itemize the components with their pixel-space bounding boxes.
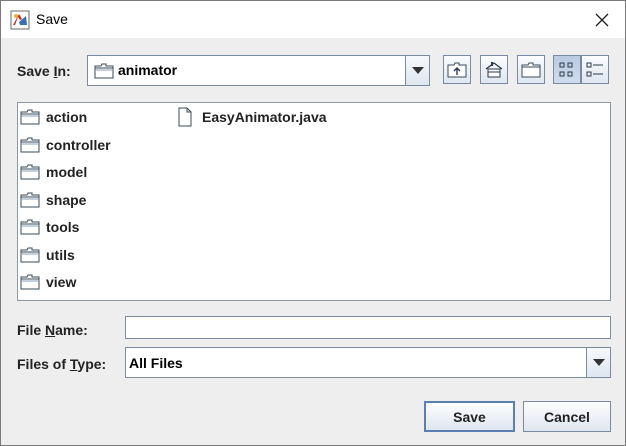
list-item[interactable]: EasyAnimator.java bbox=[176, 107, 327, 127]
file-type-dropdown-button[interactable] bbox=[586, 348, 610, 377]
folder-icon bbox=[20, 164, 40, 180]
cancel-button[interactable]: Cancel bbox=[523, 401, 611, 432]
save-in-combo[interactable]: animator bbox=[87, 55, 430, 86]
save-in-dropdown-button[interactable] bbox=[405, 56, 429, 85]
save-in-value: animator bbox=[118, 62, 178, 78]
list-item[interactable]: utils bbox=[20, 245, 75, 265]
folder-name: controller bbox=[46, 137, 111, 153]
folder-icon bbox=[20, 192, 40, 208]
folder-icon bbox=[20, 274, 40, 290]
list-view-icon bbox=[559, 62, 573, 76]
file-list[interactable]: action controller model shape tools util… bbox=[17, 102, 611, 301]
folder-name: action bbox=[46, 109, 88, 125]
save-button[interactable]: Save bbox=[424, 401, 515, 432]
folder-icon bbox=[20, 137, 40, 153]
close-button[interactable] bbox=[579, 1, 625, 38]
details-view-button[interactable] bbox=[581, 55, 609, 84]
file-name-label: File Name: bbox=[17, 322, 88, 338]
java-app-icon bbox=[10, 10, 30, 30]
list-item[interactable]: controller bbox=[20, 135, 111, 155]
home-icon bbox=[485, 61, 503, 77]
folder-icon bbox=[20, 109, 40, 125]
new-folder-button[interactable] bbox=[517, 55, 545, 84]
window-title: Save bbox=[36, 11, 68, 27]
list-view-button[interactable] bbox=[553, 55, 581, 84]
chevron-down-icon bbox=[592, 359, 605, 366]
folder-name: shape bbox=[46, 192, 87, 208]
details-view-icon bbox=[586, 62, 603, 76]
close-icon bbox=[595, 13, 609, 26]
folder-up-icon bbox=[447, 62, 467, 77]
folder-name: model bbox=[46, 164, 88, 180]
file-type-label: Files of Type: bbox=[17, 356, 107, 372]
list-item[interactable]: view bbox=[20, 272, 76, 292]
file-icon bbox=[178, 107, 192, 127]
save-dialog: Save Save In: animator action controller… bbox=[0, 0, 626, 446]
list-item[interactable]: model bbox=[20, 162, 87, 182]
file-name-field[interactable] bbox=[125, 316, 611, 339]
list-item[interactable]: shape bbox=[20, 190, 86, 210]
folder-name: utils bbox=[46, 247, 75, 263]
folder-name: tools bbox=[46, 219, 80, 235]
file-name: EasyAnimator.java bbox=[202, 109, 327, 125]
folder-icon bbox=[20, 247, 40, 263]
folder-icon bbox=[20, 219, 40, 235]
file-type-combo[interactable]: All Files bbox=[125, 347, 611, 378]
list-item[interactable]: action bbox=[20, 107, 87, 127]
home-button[interactable] bbox=[480, 55, 508, 84]
up-one-level-button[interactable] bbox=[443, 55, 471, 84]
folder-icon bbox=[94, 63, 114, 79]
list-item[interactable]: tools bbox=[20, 217, 79, 237]
folder-name: view bbox=[46, 274, 77, 290]
title-bar[interactable]: Save bbox=[1, 1, 625, 38]
chevron-down-icon bbox=[411, 67, 424, 74]
save-in-label: Save In: bbox=[17, 63, 71, 79]
file-type-value: All Files bbox=[129, 355, 183, 371]
new-folder-icon bbox=[521, 62, 541, 77]
